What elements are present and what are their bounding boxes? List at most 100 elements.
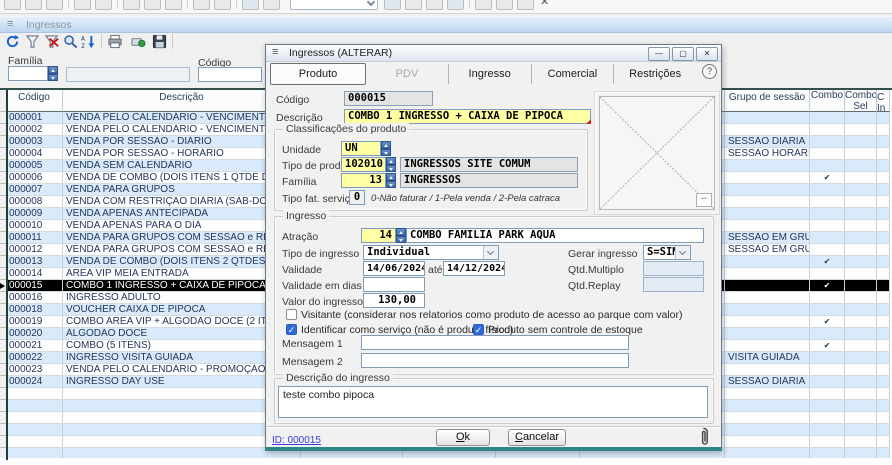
tipo-produto-input[interactable]: 102010 [341, 157, 386, 172]
mensagem2-input[interactable] [361, 353, 629, 368]
qtd-multiplo-label: Qtd.Multiplo [568, 264, 624, 276]
toolbar-separator [187, 0, 188, 8]
familia-label: Família [282, 176, 316, 188]
toolbar-icon-stub[interactable] [242, 0, 259, 10]
toolbar-icon-stub[interactable] [405, 0, 422, 10]
familia-input[interactable]: 13 [341, 173, 386, 188]
filter-icon[interactable] [24, 33, 41, 50]
validade-to-input[interactable]: 14/12/2024 [443, 261, 505, 276]
toolbar-icon-stub[interactable] [214, 0, 231, 10]
record-id-link[interactable]: ID: 000015 [272, 435, 321, 446]
toolbar-icon-stub[interactable] [25, 0, 42, 10]
visitante-checkbox[interactable] [286, 309, 297, 320]
estoque-checkbox[interactable] [473, 324, 484, 335]
save-icon[interactable] [151, 33, 168, 50]
chevron-down-icon[interactable] [675, 246, 690, 259]
menu-icon[interactable]: ≡ [272, 46, 278, 58]
column-header-combo[interactable]: Combo [810, 90, 845, 112]
toolbar-icon-stub[interactable] [475, 0, 492, 10]
servico-checkbox[interactable] [286, 324, 297, 335]
atracao-spinner[interactable] [396, 228, 406, 243]
mensagem1-input[interactable] [361, 335, 629, 350]
close-window-icon[interactable]: ✕ [540, 0, 549, 8]
toolbar-icon-stub[interactable] [426, 0, 443, 10]
toolbar-icon-stub[interactable] [193, 0, 210, 10]
maximize-icon[interactable]: ▢ [672, 47, 694, 61]
search-icon[interactable] [62, 33, 79, 50]
table-cell [845, 268, 877, 280]
column-header-grupo-sessao[interactable]: Grupo de sessão [725, 90, 810, 112]
column-header-partial[interactable]: C In [877, 90, 890, 112]
toolbar-icon-stub[interactable] [4, 0, 21, 10]
sort-icon[interactable]: AZ [80, 33, 97, 50]
help-icon[interactable]: ? [702, 64, 717, 79]
table-cell [725, 316, 810, 328]
print-icon[interactable] [106, 33, 123, 50]
toolbar-icon-stub[interactable] [95, 0, 112, 10]
table-cell [810, 220, 845, 232]
tipo-fat-label: Tipo fat. serviço [282, 193, 356, 205]
toolbar-icon-stub[interactable] [74, 0, 91, 10]
clear-filter-icon[interactable] [43, 33, 60, 50]
toolbar-icon-stub[interactable] [46, 0, 63, 10]
toolbar-icon-stub[interactable] [447, 0, 464, 10]
image-browse-button[interactable]: ••• [696, 193, 712, 207]
descricao-ingresso-textarea[interactable]: teste combo pipoca [278, 386, 708, 418]
table-cell [845, 376, 877, 388]
close-icon[interactable]: ✕ [696, 47, 718, 61]
tab-comercial[interactable]: Comercial [532, 64, 615, 84]
main-app-toolbar: ✕ [0, 0, 892, 14]
toolbar-icon-stub[interactable] [144, 0, 161, 10]
tab-pdv: PDV [366, 64, 449, 84]
paperclip-icon[interactable] [698, 427, 710, 452]
toolbar-icon-stub[interactable] [165, 0, 182, 10]
unidade-spinner[interactable] [381, 141, 391, 156]
tab-restrições[interactable]: Restrições [614, 64, 696, 84]
gerar-ingresso-select[interactable]: S=SIM [643, 245, 691, 260]
table-cell [877, 196, 890, 208]
table-cell: 000012 [6, 244, 63, 256]
familia-spinner[interactable] [386, 173, 396, 188]
codigo-filter-input[interactable] [198, 67, 262, 82]
tipo-ingresso-select[interactable]: Individual [363, 245, 499, 260]
tab-produto[interactable]: Produto [270, 63, 366, 85]
valor-ingresso-label: Valor do ingresso [282, 296, 363, 308]
table-cell: 000009 [6, 208, 63, 220]
dialog-titlebar[interactable]: ≡ Ingressos (ALTERAR) — ▢ ✕ [266, 45, 721, 62]
column-header-combo-sel[interactable]: Combo Sel [845, 90, 877, 112]
cancel-button[interactable]: Cancelar [508, 429, 566, 446]
tipo-fat-input[interactable]: 0 [349, 190, 365, 205]
codigo-label: Código [276, 94, 309, 106]
descricao-input[interactable]: COMBO 1 INGRESSO + CAIXA DE PIPOCA [344, 109, 591, 124]
tipo-produto-spinner[interactable] [386, 157, 396, 172]
atracao-input[interactable]: 14 [361, 228, 396, 243]
validade-dias-input[interactable] [363, 277, 425, 292]
export-icon[interactable] [130, 33, 147, 50]
toolbar-icon-stub[interactable] [384, 0, 401, 10]
codigo-input[interactable]: 000015 [344, 91, 433, 106]
unidade-input[interactable]: UN [341, 141, 381, 156]
toolbar-combobox[interactable] [290, 0, 378, 10]
tab-ingresso[interactable]: Ingresso [449, 64, 532, 84]
chevron-down-icon[interactable] [483, 246, 498, 259]
toolbar-icon-stub[interactable] [263, 0, 280, 10]
menu-icon[interactable]: ≡ [7, 18, 13, 30]
toolbar-icon-stub[interactable] [517, 0, 534, 10]
window-title: Ingressos [26, 19, 72, 31]
familia-filter-input[interactable] [8, 66, 48, 81]
refresh-icon[interactable] [4, 33, 21, 50]
familia-filter-spinner[interactable] [48, 66, 58, 81]
column-header-codigo[interactable]: Código [6, 90, 63, 112]
table-cell [6, 400, 63, 412]
tipo-fat-hint: 0-Não faturar / 1-Pela venda / 2-Pela ca… [371, 193, 560, 204]
ok-button[interactable]: Ok [436, 429, 490, 446]
table-cell [877, 220, 890, 232]
valor-ingresso-input[interactable]: 130,00 [363, 293, 425, 308]
validade-from-input[interactable]: 14/06/2024 [363, 261, 425, 276]
table-cell: 000002 [6, 124, 63, 136]
toolbar-icon-stub[interactable] [496, 0, 513, 10]
minimize-icon[interactable]: — [648, 47, 670, 61]
familia-desc-readonly [66, 67, 190, 82]
table-cell [845, 244, 877, 256]
toolbar-icon-stub[interactable] [123, 0, 140, 10]
